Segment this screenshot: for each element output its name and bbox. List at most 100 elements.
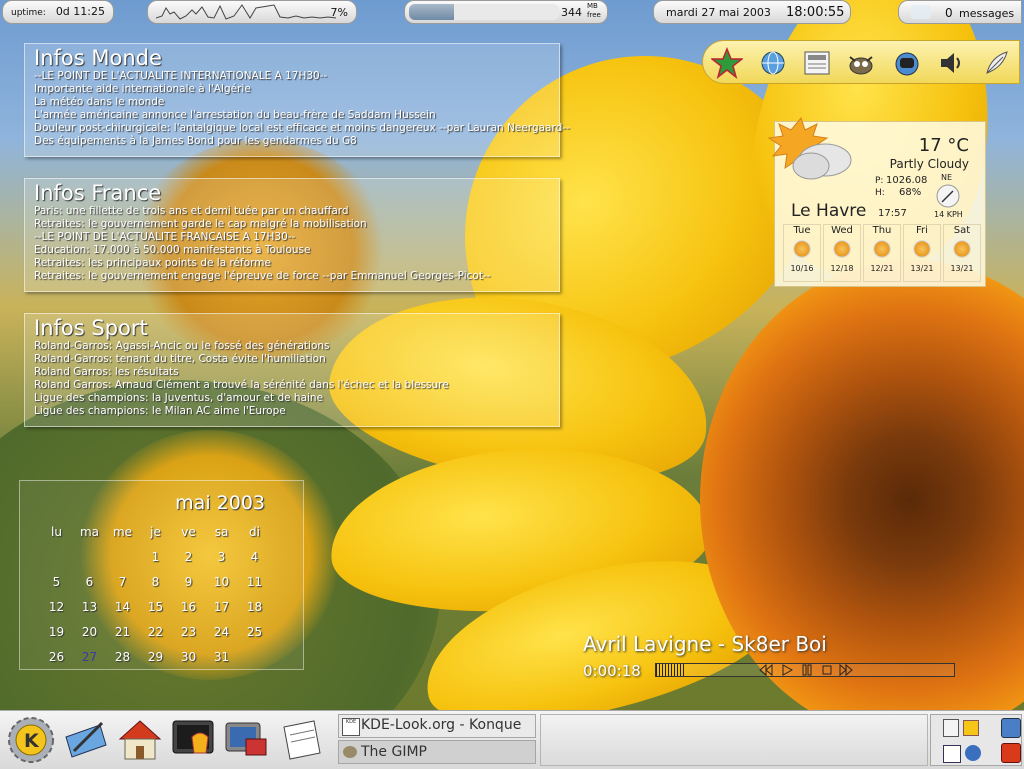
news-item[interactable]: --LE POINT DE L'ACTUALITE INTERNATIONALE… bbox=[34, 70, 559, 83]
news-item[interactable]: Paris: une fillette de trois ans et demi… bbox=[34, 205, 559, 218]
calendar-day[interactable]: 26 bbox=[40, 644, 73, 669]
news-item[interactable]: Roland Garros: les résultats bbox=[34, 366, 559, 379]
news-icon[interactable] bbox=[801, 47, 833, 79]
wind-speed: 14 KPH bbox=[934, 210, 963, 219]
editor-icon[interactable] bbox=[62, 717, 110, 763]
pause-icon[interactable] bbox=[801, 664, 813, 676]
calendar-day[interactable]: 11 bbox=[238, 569, 271, 594]
calendar-day[interactable]: 13 bbox=[73, 594, 106, 619]
stop-icon[interactable] bbox=[821, 664, 833, 676]
week-row: 1 2 3 4 bbox=[40, 544, 271, 569]
player-controls bbox=[759, 664, 855, 676]
previous-icon[interactable] bbox=[759, 664, 773, 676]
forecast-temps: 12/18 bbox=[830, 264, 854, 273]
news-item[interactable]: L'armée américaine annonce l'arrestation… bbox=[34, 109, 559, 122]
play-icon[interactable] bbox=[781, 664, 793, 676]
calendar-day[interactable]: 28 bbox=[106, 644, 139, 669]
news-item[interactable]: Douleur post-chirurgicale: l'antalgique … bbox=[34, 122, 570, 135]
task-konqueror[interactable]: KDE KDE-Look.org - Konque bbox=[338, 714, 536, 738]
elapsed-time: 0:00:18 bbox=[583, 662, 641, 680]
star-icon[interactable] bbox=[711, 47, 743, 79]
calendar-day[interactable]: 12 bbox=[40, 594, 73, 619]
news-item[interactable]: Des équipements à la James Bond pour les… bbox=[34, 135, 559, 148]
gimp-icon[interactable] bbox=[845, 47, 877, 79]
globe-icon[interactable] bbox=[757, 47, 789, 79]
calendar-day[interactable] bbox=[106, 544, 139, 569]
uptime-label: uptime: bbox=[11, 8, 46, 18]
volume-icon[interactable] bbox=[965, 745, 981, 761]
calendar-day[interactable]: 16 bbox=[172, 594, 205, 619]
speaker-icon[interactable] bbox=[935, 47, 967, 79]
calendar-day[interactable]: 3 bbox=[205, 544, 238, 569]
calendar-day[interactable]: 27 bbox=[73, 644, 106, 669]
calendar-day[interactable]: 24 bbox=[205, 619, 238, 644]
calendar-day[interactable]: 6 bbox=[73, 569, 106, 594]
messages-widget[interactable]: 0 messages bbox=[898, 0, 1022, 24]
feather-icon[interactable] bbox=[981, 47, 1013, 79]
calendar-day[interactable]: 4 bbox=[238, 544, 271, 569]
news-item[interactable]: Roland-Garros: Agassi-Ancic ou le fossé … bbox=[34, 340, 559, 353]
calendar-day[interactable]: 8 bbox=[139, 569, 172, 594]
terminal-shell-icon[interactable] bbox=[170, 717, 218, 763]
news-item[interactable]: Roland-Garros: tenant du titre, Costa év… bbox=[34, 353, 559, 366]
task-gimp[interactable]: The GIMP bbox=[338, 740, 536, 764]
calendar-day[interactable]: 10 bbox=[205, 569, 238, 594]
calendar-day[interactable] bbox=[238, 644, 271, 669]
calendar-day[interactable]: 14 bbox=[106, 594, 139, 619]
home-icon[interactable] bbox=[116, 717, 164, 763]
calendar-day[interactable]: 1 bbox=[139, 544, 172, 569]
calendar-day[interactable]: 19 bbox=[40, 619, 73, 644]
calendar-day[interactable]: 18 bbox=[238, 594, 271, 619]
calendar-day[interactable]: 30 bbox=[172, 644, 205, 669]
calendar-day[interactable]: 25 bbox=[238, 619, 271, 644]
calendar-day[interactable]: 15 bbox=[139, 594, 172, 619]
klipper-icon[interactable] bbox=[943, 719, 959, 737]
calendar-day[interactable] bbox=[73, 544, 106, 569]
notes-icon[interactable] bbox=[963, 720, 979, 736]
news-item[interactable]: La météo dans le monde bbox=[34, 96, 559, 109]
lock-icon[interactable] bbox=[1001, 718, 1021, 738]
news-item[interactable]: Retraites: le gouvernement garde le cap … bbox=[34, 218, 559, 231]
forecast-day: Wed 12/18 bbox=[823, 224, 861, 282]
next-icon[interactable] bbox=[839, 664, 853, 676]
calendar-day[interactable]: 17 bbox=[205, 594, 238, 619]
news-item[interactable]: Ligue des champions: la Juventus, d'amou… bbox=[34, 392, 559, 405]
calendar-day[interactable] bbox=[40, 544, 73, 569]
weekday-label: di bbox=[249, 524, 260, 539]
kde-menu-icon[interactable]: K bbox=[6, 715, 56, 765]
calendar-day[interactable]: 22 bbox=[139, 619, 172, 644]
news-item[interactable]: Ligue des champions: le Milan AC aime l'… bbox=[34, 405, 559, 418]
notepad-icon[interactable] bbox=[278, 717, 326, 763]
calendar-day[interactable]: 2 bbox=[172, 544, 205, 569]
calendar-day[interactable]: 29 bbox=[139, 644, 172, 669]
forecast-day-name: Thu bbox=[872, 225, 892, 236]
news-item[interactable]: --LE POINT DE L'ACTUALITE FRANCAISE A 17… bbox=[34, 231, 559, 244]
control-center-icon[interactable] bbox=[222, 717, 270, 763]
forecast-day: Sat 13/21 bbox=[943, 224, 981, 282]
calendar-day[interactable]: 21 bbox=[106, 619, 139, 644]
calendar-widget: mai 2003 lu ma me je ve sa di 1 2 3 4 5 … bbox=[19, 480, 304, 670]
pressure-label: P: bbox=[875, 176, 884, 186]
news-item[interactable]: Retraites: les principaux points de la r… bbox=[34, 257, 559, 270]
calendar-day[interactable]: 7 bbox=[106, 569, 139, 594]
calendar-icon[interactable] bbox=[943, 745, 961, 763]
forecast-sun-icon bbox=[793, 240, 811, 258]
logout-icon[interactable] bbox=[1001, 743, 1021, 763]
weekday-label: ve bbox=[181, 524, 196, 539]
phone-icon[interactable] bbox=[891, 47, 923, 79]
calendar-day[interactable]: 5 bbox=[40, 569, 73, 594]
weather-city: Le Havre bbox=[791, 201, 867, 221]
memory-fill bbox=[409, 4, 454, 20]
weather-widget[interactable]: 17 °C Partly Cloudy P: 1026.08 H: 68% NE… bbox=[767, 116, 986, 287]
calendar-day[interactable]: 9 bbox=[172, 569, 205, 594]
calendar-day[interactable]: 31 bbox=[205, 644, 238, 669]
clock-widget[interactable]: mardi 27 mai 2003 18:00:55 bbox=[653, 0, 851, 24]
calendar-day[interactable]: 23 bbox=[172, 619, 205, 644]
calendar-day[interactable]: 20 bbox=[73, 619, 106, 644]
konqueror-icon: KDE bbox=[342, 718, 360, 736]
news-item[interactable]: Roland Garros: Arnaud Clément a trouvé l… bbox=[34, 379, 559, 392]
news-item[interactable]: Education: 17.000 à 50.000 manifestants … bbox=[34, 244, 559, 257]
weekday-label: lu bbox=[51, 524, 62, 539]
news-item[interactable]: Retraites: le gouvernement engage l'épre… bbox=[34, 270, 559, 283]
news-item[interactable]: Importante aide internationale à l'Algér… bbox=[34, 83, 559, 96]
